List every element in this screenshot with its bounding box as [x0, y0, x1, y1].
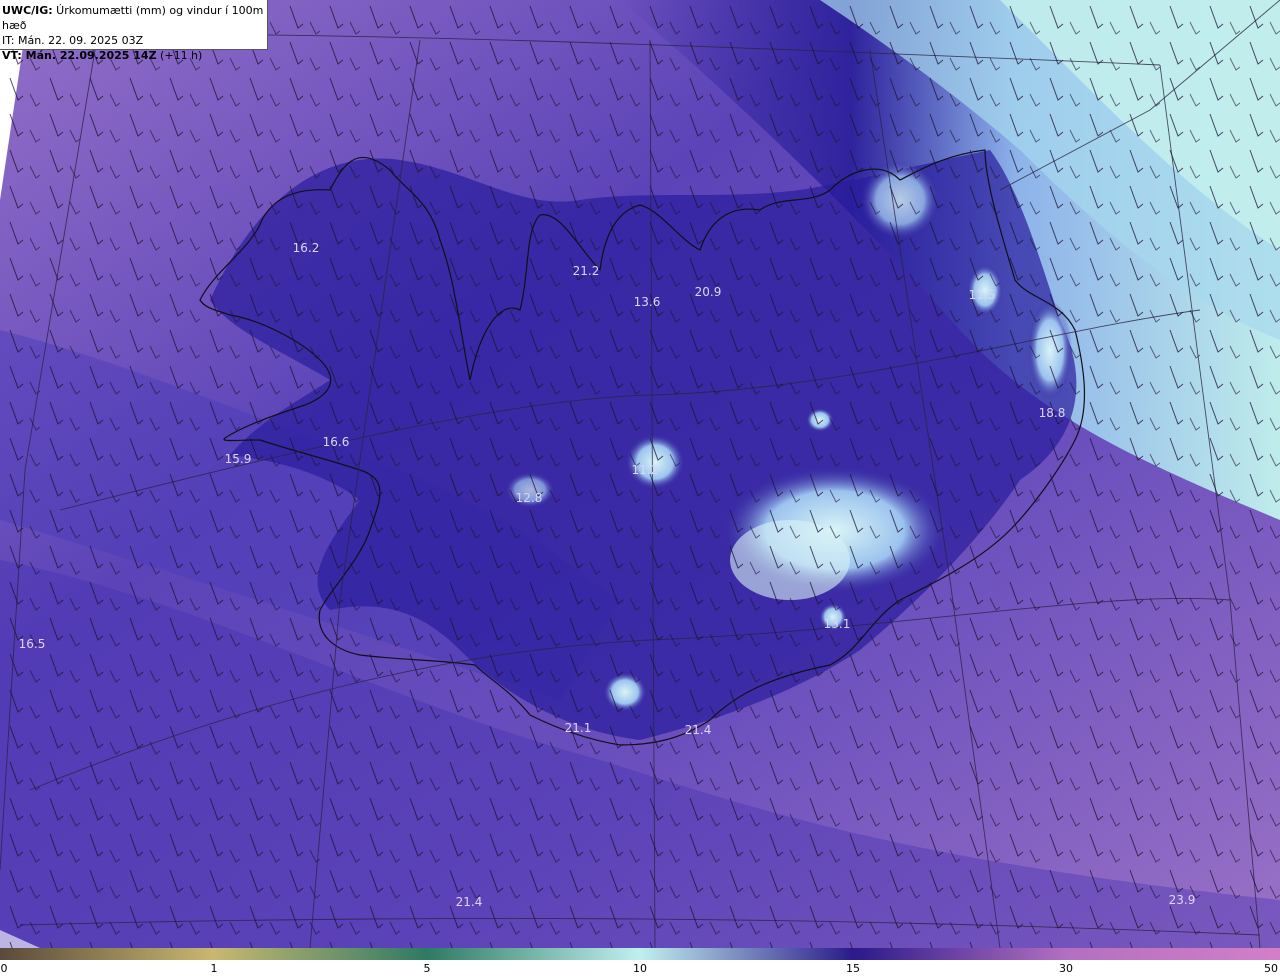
value-label: 16.2: [292, 241, 320, 255]
product-title: UWC/IG: Úrkomumætti (mm) og vindur í 100…: [2, 4, 264, 32]
value-label: 23.9: [1168, 893, 1196, 907]
weather-map: 16.2 21.2 13.6 20.9 11.5 18.8 16.6 15.9 …: [0, 0, 1280, 948]
value-label: 11.5: [968, 288, 996, 302]
colorbar-tick: 1: [210, 962, 218, 975]
colorbar-tick: 5: [423, 962, 431, 975]
value-label: 21.4: [684, 723, 712, 737]
value-label: 18.8: [1038, 406, 1066, 420]
valid-time: VT: Mán. 22.09.2025 14Z (+11 h): [2, 49, 203, 62]
value-label: 13.1: [823, 617, 851, 631]
value-label: 16.6: [322, 435, 350, 449]
init-time: IT: Mán. 22. 09. 2025 03Z: [2, 34, 144, 47]
colorbar: 0 1 5 10 15 30 50: [0, 948, 1280, 978]
value-label: 20.9: [694, 285, 722, 299]
value-label: 16.5: [18, 637, 46, 651]
map-info-box: UWC/IG: Úrkomumætti (mm) og vindur í 100…: [0, 0, 268, 62]
value-label: 21.2: [572, 264, 600, 278]
value-label: 15.9: [224, 452, 252, 466]
value-label: 11.2: [631, 463, 659, 477]
colorbar-tick: 10: [633, 962, 647, 975]
value-label: 21.1: [564, 721, 592, 735]
value-label: 12.8: [515, 491, 543, 505]
colorbar-tick: 50: [1264, 962, 1278, 975]
colorbar-tick: 30: [1059, 962, 1073, 975]
colorbar-tick: 15: [846, 962, 860, 975]
colorbar-tick: 0: [0, 962, 8, 975]
value-label: 21.4: [455, 895, 483, 909]
value-label: 13.6: [633, 295, 661, 309]
colorbar-strip: [0, 948, 1280, 960]
